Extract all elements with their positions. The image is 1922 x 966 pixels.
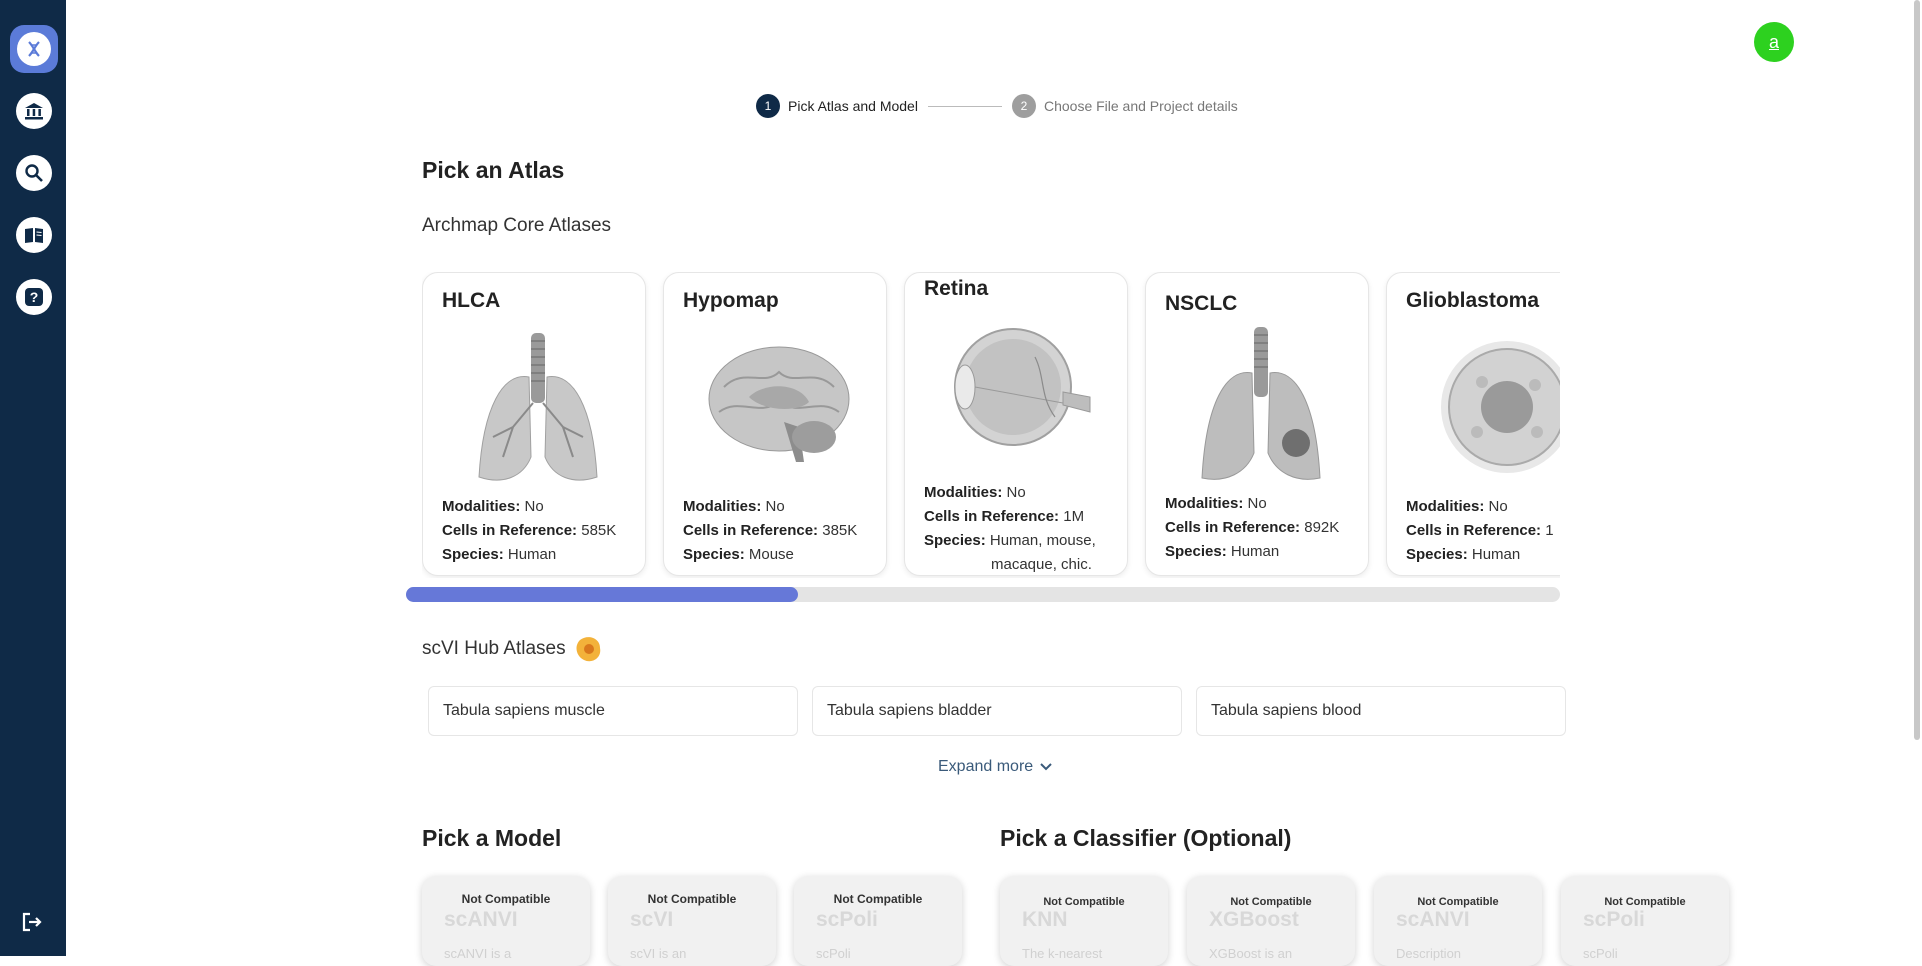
book-icon [16, 217, 52, 253]
atlas-card-info: Modalities: No Cells in Reference: 892K … [1165, 495, 1340, 560]
classifier-description: Description [1396, 946, 1462, 961]
classifier-card-scpoli[interactable]: Not Compatible scPoli scPoli [1561, 876, 1729, 966]
classifier-card-knn[interactable]: Not Compatible KNN The k-nearest [1000, 876, 1168, 966]
stepper: 1 Pick Atlas and Model 2 Choose File and… [756, 94, 1238, 118]
bank-icon [16, 93, 52, 129]
atlas-card-title: Hypomap [683, 289, 779, 312]
compatibility-badge: Not Compatible [1604, 896, 1686, 908]
page-scrollbar[interactable] [1914, 0, 1920, 740]
expand-more-button[interactable]: Expand more [938, 758, 1053, 776]
scrollbar-thumb[interactable] [406, 587, 799, 602]
expand-more-label: Expand more [938, 758, 1034, 775]
stepper-connector [927, 105, 1002, 107]
brain-illustration [708, 346, 850, 462]
compatibility-badge: Not Compatible [647, 892, 737, 906]
atlas-card-nsclc[interactable]: NSCLC Modalities: No Cells in Reference:… [1145, 272, 1369, 576]
classifier-description: scPoli [1583, 946, 1618, 961]
lungs-illustration [478, 333, 598, 481]
atlas-card-retina[interactable]: Retina Modalities: No Cells in Reference… [904, 272, 1128, 576]
compatibility-badge: Not Compatible [833, 892, 923, 906]
classifier-name: KNN [1022, 908, 1068, 931]
atlas-card-title: HLCA [442, 289, 501, 312]
classifier-name: scANVI [1396, 908, 1470, 931]
compatibility-badge: Not Compatible [461, 892, 551, 906]
sidebar-item-docs[interactable] [10, 211, 58, 259]
model-section-title: Pick a Model [422, 825, 562, 851]
compatibility-badge: Not Compatible [1230, 896, 1312, 908]
logout-icon[interactable] [20, 910, 48, 938]
atlas-carousel-scrollbar[interactable] [406, 587, 1560, 602]
scvi-hub-icon [576, 637, 600, 662]
classifier-description: XGBoost is an [1209, 946, 1293, 961]
atlas-card-info: Modalities: No Cells in Reference: 385K … [683, 498, 858, 563]
core-atlases-subtitle: Archmap Core Atlases [422, 215, 612, 236]
hub-atlas-item[interactable]: Tabula sapiens muscle [428, 686, 798, 736]
atlas-card-info: Modalities: No Cells in Reference: 1 Spe… [1406, 498, 1554, 563]
page-title: Pick an Atlas [422, 157, 565, 183]
model-name: scVI [630, 908, 674, 931]
model-card-scpoli[interactable]: Not Compatible scPoli scPoli [794, 876, 962, 966]
atlas-card-title: NSCLC [1165, 292, 1238, 315]
atlas-card-info: Modalities: No Cells in Reference: 585K … [442, 498, 617, 563]
sidebar: ? [0, 0, 66, 956]
chevron-down-icon [1040, 763, 1052, 771]
step-1-label: Pick Atlas and Model [788, 98, 918, 114]
sidebar-item-institutions[interactable] [10, 87, 58, 135]
dna-icon [17, 32, 51, 66]
model-name: scPoli [816, 908, 878, 931]
atlas-card-hlca[interactable]: HLCA Modalities: No Cells in Reference: … [422, 272, 646, 576]
step-2-number: 2 [1011, 94, 1036, 118]
hub-atlases-subtitle: scVI Hub Atlases [422, 638, 566, 659]
classifier-card-xgboost[interactable]: Not Compatible XGBoost XGBoost is an [1187, 876, 1355, 966]
hub-atlas-item[interactable]: Tabula sapiens blood [1196, 686, 1566, 736]
atlas-card-title: Glioblastoma [1406, 289, 1540, 312]
model-card-scvi[interactable]: Not Compatible scVI scVI is an [608, 876, 776, 966]
hub-atlas-item[interactable]: Tabula sapiens bladder [812, 686, 1182, 736]
tumor-cell-illustration [1441, 341, 1560, 473]
step-2-label: Choose File and Project details [1043, 98, 1238, 114]
avatar-letter: a [1768, 31, 1779, 52]
search-icon [16, 155, 52, 191]
model-description: scVI is an [630, 946, 687, 961]
model-name: scANVI [444, 908, 518, 931]
user-avatar[interactable]: a [1754, 22, 1794, 62]
classifier-name: scPoli [1583, 908, 1645, 931]
atlas-card-info: Modalities: No Cells in Reference: 1M Sp… [924, 484, 1096, 573]
model-description: scPoli [816, 946, 851, 961]
hub-atlas-list: Tabula sapiens muscle Tabula sapiens bla… [428, 686, 1566, 736]
atlas-card-glioblastoma[interactable]: Glioblastoma Modalities: No Cells in Ref… [1386, 272, 1560, 576]
atlas-carousel: HLCA Modalities: No Cells in Reference: … [422, 272, 1560, 578]
hub-atlases-heading: scVI Hub Atlases [422, 634, 604, 664]
classifier-card-scanvi[interactable]: Not Compatible scANVI Description [1374, 876, 1542, 966]
model-description: scANVI is a [444, 946, 512, 961]
lungs-tumor-illustration [1201, 327, 1321, 480]
compatibility-badge: Not Compatible [1417, 896, 1499, 908]
compatibility-badge: Not Compatible [1043, 896, 1125, 908]
sidebar-item-explore[interactable] [10, 25, 58, 73]
classifier-name: XGBoost [1209, 908, 1299, 931]
eye-illustration [954, 328, 1091, 446]
help-icon: ? [16, 279, 52, 315]
sidebar-item-help[interactable]: ? [10, 273, 58, 321]
atlas-card-hypomap[interactable]: Hypomap Modalities: No Cells in Referenc… [663, 272, 887, 576]
svg-text:?: ? [30, 289, 39, 305]
atlas-card-title: Retina [924, 277, 989, 300]
classifier-description: The k-nearest [1022, 946, 1103, 961]
model-card-scanvi[interactable]: Not Compatible scANVI scANVI is a [422, 876, 590, 966]
classifier-section-title: Pick a Classifier (Optional) [1000, 825, 1292, 851]
step-1-number: 1 [756, 94, 780, 118]
sidebar-item-search[interactable] [10, 149, 58, 197]
